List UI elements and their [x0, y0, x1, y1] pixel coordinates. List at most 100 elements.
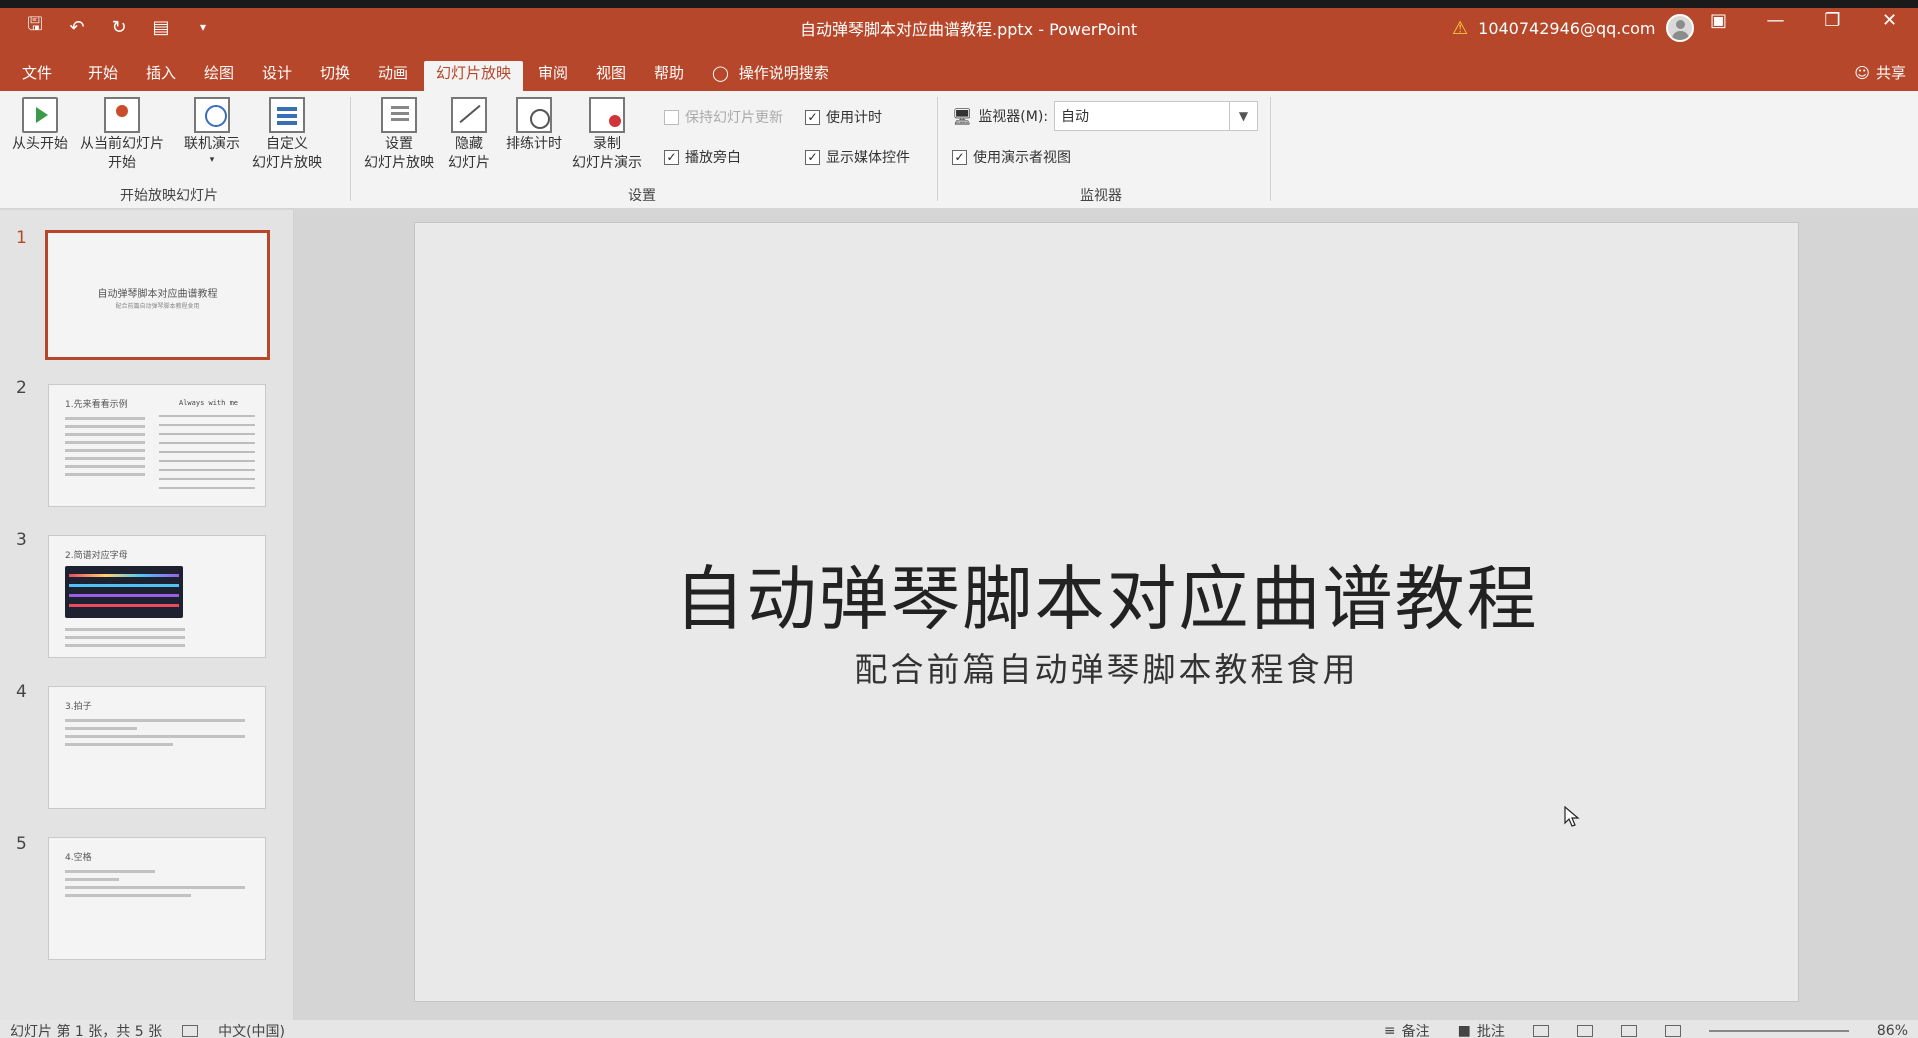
- tab-review[interactable]: 审阅: [526, 61, 580, 91]
- ribbon-display-icon[interactable]: ▣: [1690, 10, 1747, 31]
- present-online-dropdown-icon[interactable]: ▾: [210, 154, 215, 166]
- start-group-label: 开始放映幻灯片: [120, 188, 218, 204]
- thumbnail-number: 2: [16, 378, 27, 398]
- show-media-controls-label: 显示媒体控件: [826, 150, 910, 166]
- presenter-icon[interactable]: ▤: [148, 14, 174, 40]
- record-label-2: 幻灯片演示: [572, 155, 642, 171]
- use-timings-checkbox[interactable]: ✓ 使用计时: [805, 107, 882, 127]
- setup-slideshow-label-1: 设置: [385, 136, 413, 152]
- tell-me-search[interactable]: ◯ 操作说明搜索: [712, 61, 829, 85]
- thumbnail-number: 1: [16, 228, 27, 248]
- share-button[interactable]: ☺ 共享: [1854, 61, 1906, 85]
- checkbox-checked: ✓: [805, 109, 820, 125]
- custom-slideshow-icon: [269, 97, 305, 133]
- tab-help[interactable]: 帮助: [642, 61, 696, 91]
- tab-insert[interactable]: 插入: [134, 61, 188, 91]
- close-icon[interactable]: ✕: [1861, 10, 1918, 31]
- redo-icon[interactable]: ↻: [106, 14, 132, 40]
- account-email[interactable]: 1040742946@qq.com: [1478, 19, 1655, 38]
- account-area[interactable]: ⚠ 1040742946@qq.com: [1452, 14, 1694, 42]
- group-divider: [1270, 97, 1271, 201]
- setup-group-label: 设置: [628, 188, 656, 204]
- tab-animations[interactable]: 动画: [366, 61, 420, 91]
- customize-icon[interactable]: ▾: [190, 14, 216, 40]
- from-current-button[interactable]: 从当前幻灯片 开始: [80, 97, 164, 173]
- slide-subtitle[interactable]: 配合前篇自动弹琴脚本教程食用: [415, 643, 1798, 691]
- monitor-label: 监视器(M):: [978, 109, 1049, 125]
- current-slide[interactable]: 自动弹琴脚本对应曲谱教程 配合前篇自动弹琴脚本教程食用: [414, 222, 1799, 1002]
- play-narrations-label: 播放旁白: [685, 150, 741, 166]
- slide-thumbnail-4[interactable]: 3.拍子: [48, 686, 266, 809]
- group-divider: [937, 97, 938, 201]
- normal-view-icon[interactable]: [1532, 1025, 1549, 1037]
- ribbon: 从头开始 从当前幻灯片 开始 联机演示 ▾ 自定义 幻灯片放映 开始放映幻灯片 …: [0, 91, 1918, 209]
- setup-slideshow-button[interactable]: 设置 幻灯片放映: [364, 97, 434, 173]
- thumbnail-heading: 3.拍子: [65, 702, 92, 712]
- monitor-icon: 🖥: [952, 106, 973, 126]
- presenter-view-checkbox[interactable]: ✓ 使用演示者视图: [952, 147, 1071, 167]
- play-from-current-icon: [104, 97, 140, 133]
- tab-file[interactable]: 文件: [10, 61, 64, 91]
- reading-view-icon[interactable]: [1620, 1025, 1637, 1037]
- ribbon-tabs: 文件 开始 插入 绘图 设计 切换 动画 幻灯片放映 审阅 视图 帮助 ◯ 操作…: [0, 55, 1918, 91]
- slide-thumbnail-3[interactable]: 2.简谱对应字母: [48, 535, 266, 658]
- window-top-edge: [0, 0, 1918, 8]
- hide-slide-icon: [451, 97, 487, 133]
- quick-access-toolbar: 🖫 ↶ ↻ ▤ ▾: [22, 14, 216, 40]
- notes-button[interactable]: ≡ 备注: [1384, 1021, 1430, 1038]
- tab-transitions[interactable]: 切换: [308, 61, 362, 91]
- thumbnail-text-lines: [65, 719, 245, 751]
- thumbnail-song-title: Always with me: [179, 399, 239, 407]
- slide-sorter-icon[interactable]: [1576, 1025, 1593, 1037]
- present-online-button[interactable]: 联机演示 ▾: [184, 97, 240, 166]
- save-icon[interactable]: 🖫: [22, 14, 48, 40]
- warning-icon[interactable]: ⚠: [1452, 18, 1468, 39]
- monitor-row: 🖥 监视器(M): 自动 ▼: [952, 101, 1259, 131]
- from-current-label-1: 从当前幻灯片: [80, 136, 164, 152]
- hide-slide-button[interactable]: 隐藏 幻灯片: [448, 97, 490, 173]
- comments-button[interactable]: ■ 批注: [1458, 1021, 1505, 1038]
- language-indicator[interactable]: 中文(中国): [218, 1021, 285, 1038]
- play-from-start-icon: [22, 97, 58, 133]
- show-media-controls-checkbox[interactable]: ✓ 显示媒体控件: [805, 147, 910, 167]
- document-title: 自动弹琴脚本对应曲谱教程.pptx - PowerPoint: [800, 20, 1138, 39]
- play-narrations-checkbox[interactable]: ✓ 播放旁白: [664, 147, 741, 167]
- record-slideshow-button[interactable]: 录制 幻灯片演示: [572, 97, 642, 173]
- from-current-label-2: 开始: [108, 155, 136, 171]
- monitor-group-label: 监视器: [1080, 188, 1122, 204]
- rehearse-timings-button[interactable]: 排练计时: [506, 97, 562, 154]
- minimize-icon[interactable]: —: [1747, 10, 1804, 31]
- undo-icon[interactable]: ↶: [64, 14, 90, 40]
- tab-slideshow[interactable]: 幻灯片放映: [424, 61, 524, 91]
- zoom-level[interactable]: 86%: [1877, 1023, 1908, 1038]
- from-beginning-button[interactable]: 从头开始: [12, 97, 68, 154]
- restore-icon[interactable]: ❐: [1804, 10, 1861, 31]
- monitor-select-value: 自动: [1061, 109, 1090, 125]
- slide-counter: 幻灯片 第 1 张，共 5 张: [10, 1024, 163, 1038]
- zoom-slider[interactable]: [1708, 1030, 1849, 1032]
- slide-thumbnail-5[interactable]: 4.空格: [48, 837, 266, 960]
- thumbnail-text-lines: [65, 628, 185, 652]
- tab-home[interactable]: 开始: [76, 61, 130, 91]
- tab-view[interactable]: 视图: [584, 61, 638, 91]
- thumbnail-heading: 2.简谱对应字母: [65, 551, 128, 561]
- slide-thumbnail-1[interactable]: 自动弹琴脚本对应曲谱教程 配合前篇自动弹琴脚本教程食用: [45, 230, 270, 360]
- slide-thumbnail-pane[interactable]: 1 自动弹琴脚本对应曲谱教程 配合前篇自动弹琴脚本教程食用 2 1.先来看看示例…: [0, 210, 294, 1020]
- tab-draw[interactable]: 绘图: [192, 61, 246, 91]
- notes-label: 备注: [1401, 1024, 1430, 1038]
- tell-me-label: 操作说明搜索: [738, 64, 829, 82]
- spellcheck-icon[interactable]: [182, 1025, 199, 1037]
- monitor-select[interactable]: 自动 ▼: [1054, 101, 1259, 131]
- rehearse-timer-icon: [516, 97, 552, 133]
- slide-title[interactable]: 自动弹琴脚本对应曲谱教程: [415, 543, 1798, 644]
- record-icon: [589, 97, 625, 133]
- slide-thumbnail-2[interactable]: 1.先来看看示例 Always with me: [48, 384, 266, 507]
- comment-icon: ■: [1457, 1023, 1471, 1038]
- tab-design[interactable]: 设计: [250, 61, 304, 91]
- chevron-down-icon[interactable]: ▼: [1229, 102, 1257, 130]
- slideshow-view-icon[interactable]: [1664, 1025, 1681, 1037]
- slide-editing-area[interactable]: 自动弹琴脚本对应曲谱教程 配合前篇自动弹琴脚本教程食用: [295, 210, 1918, 1020]
- custom-slideshow-label-2: 幻灯片放映: [252, 155, 322, 171]
- custom-slideshow-button[interactable]: 自定义 幻灯片放映: [252, 97, 322, 173]
- hide-slide-label-2: 幻灯片: [448, 155, 490, 171]
